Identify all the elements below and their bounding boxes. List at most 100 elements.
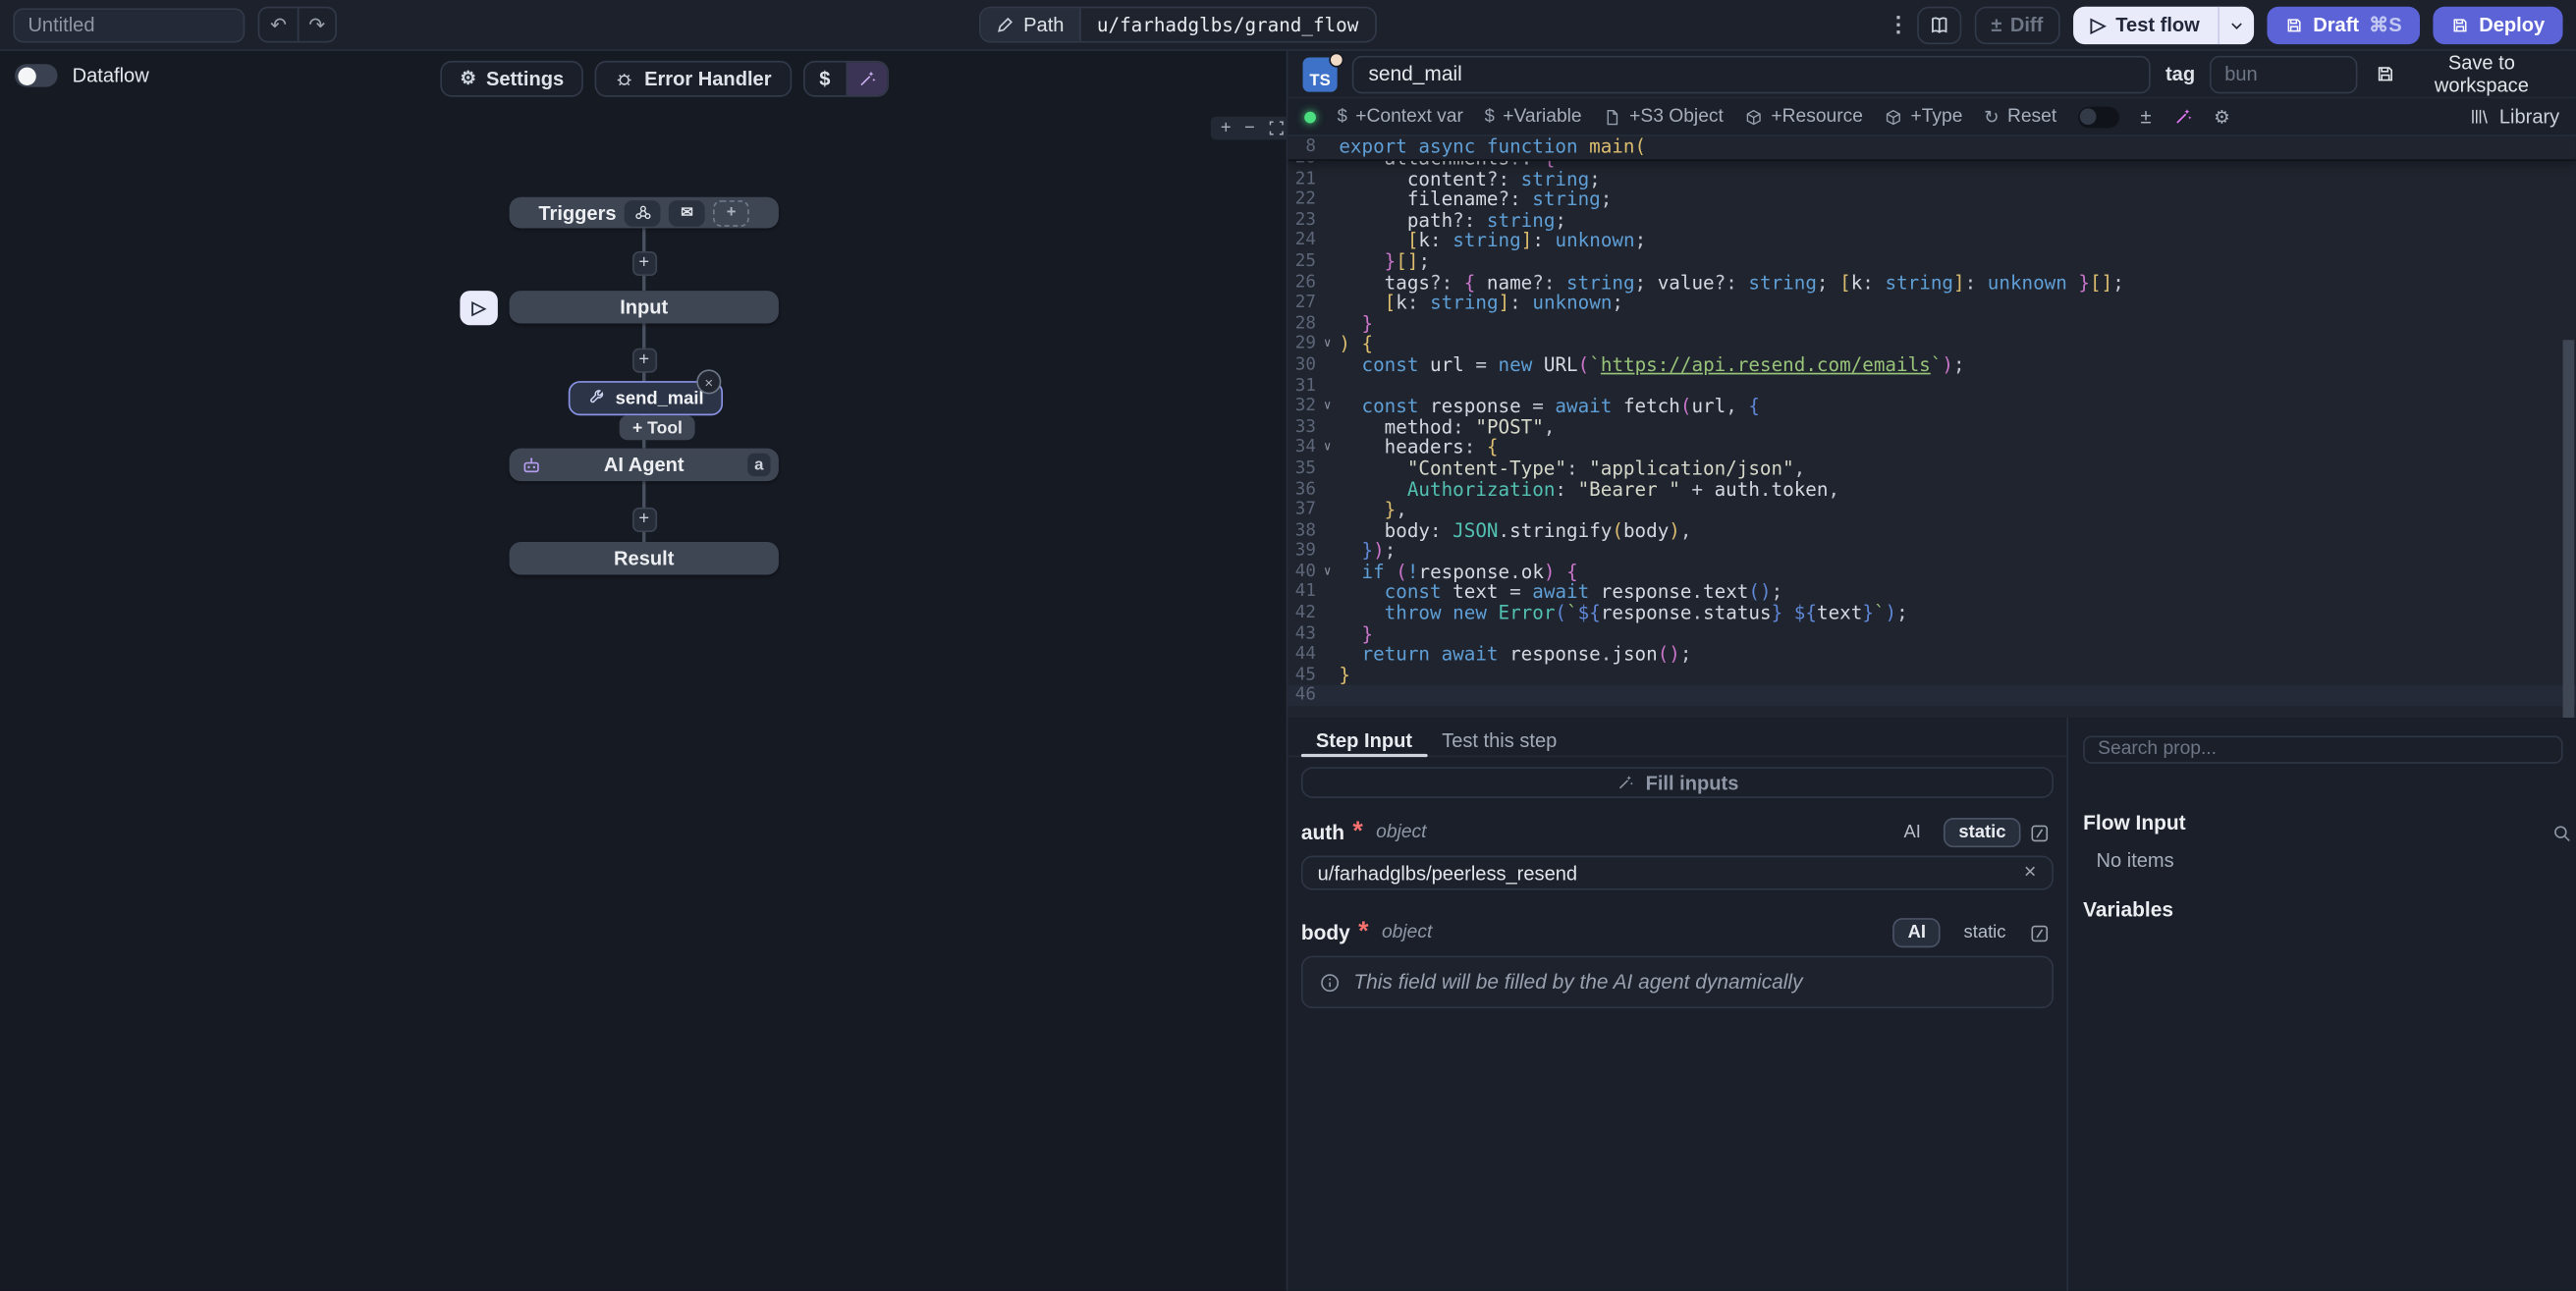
save-to-workspace-button[interactable]: Save to workspace <box>2373 51 2561 97</box>
ai-wand-icon[interactable] <box>2172 107 2192 127</box>
code-line-35[interactable]: 35 "Content-Type": "application/json", <box>1288 458 2575 479</box>
search-icon[interactable] <box>2551 823 2573 844</box>
draft-button[interactable]: Draft ⌘S <box>2267 6 2420 43</box>
code-line-23[interactable]: 23 path?: string; <box>1288 210 2575 231</box>
insert-step-button[interactable]: + <box>631 349 656 373</box>
code-line-24[interactable]: 24 [k: string]: unknown; <box>1288 231 2575 251</box>
add-tool-button[interactable]: + Tool <box>620 415 696 440</box>
gear-icon[interactable]: ⚙ <box>2214 106 2230 128</box>
ai-mode-button[interactable]: AI <box>1889 818 1936 847</box>
run-input-button[interactable]: ▷ <box>460 291 497 325</box>
wand-icon <box>1616 774 1633 791</box>
fold-chevron-icon[interactable]: ∨ <box>1316 437 1339 457</box>
redo-button[interactable]: ↷ <box>298 8 335 40</box>
flow-title-input[interactable] <box>13 8 245 42</box>
code-line-26[interactable]: 26 tags?: { name?: string; value?: strin… <box>1288 272 2575 293</box>
insert-step-button[interactable]: + <box>631 508 656 532</box>
code-line-45[interactable]: 45} <box>1288 665 2575 685</box>
tag-label: tag <box>2165 63 2195 85</box>
code-line-29[interactable]: 29∨) { <box>1288 334 2575 354</box>
dollar-button[interactable]: $ <box>804 63 846 95</box>
tag-input[interactable] <box>2210 55 2358 92</box>
toolbar--s3-object[interactable]: +S3 Object <box>1603 107 1723 127</box>
static-mode-button[interactable]: static <box>1944 818 2020 847</box>
code-line-32[interactable]: 32∨ const response = await fetch(url, { <box>1288 396 2575 416</box>
code-line-43[interactable]: 43 } <box>1288 623 2575 644</box>
toolbar--resource[interactable]: +Resource <box>1745 107 1863 127</box>
error-handler-button[interactable]: Error Handler <box>595 61 792 97</box>
remove-tool-button[interactable]: × <box>696 369 721 394</box>
zoom-in-button[interactable]: + <box>1221 119 1232 136</box>
code-line-33[interactable]: 33 method: "POST", <box>1288 416 2575 437</box>
code-line-41[interactable]: 41 const text = await response.text(); <box>1288 582 2575 603</box>
docs-button[interactable] <box>1917 6 1961 43</box>
diff-button[interactable]: ± Diff <box>1975 6 2059 43</box>
node-input[interactable]: Input <box>510 291 779 323</box>
expression-icon[interactable] <box>2029 821 2054 845</box>
code-line-36[interactable]: 36 Authorization: "Bearer " + auth.token… <box>1288 479 2575 500</box>
auth-value-input[interactable]: u/farhadglbs/peerless_resend ✕ <box>1301 856 2054 890</box>
tab-step-input[interactable]: Step Input <box>1301 718 1427 755</box>
node-ai-agent[interactable]: AI Agent <box>510 449 779 481</box>
line-number: 38 <box>1288 520 1315 541</box>
zoom-out-button[interactable]: − <box>1244 119 1255 136</box>
code-line-37[interactable]: 37 }, <box>1288 500 2575 520</box>
code-line-44[interactable]: 44 return await response.json(); <box>1288 644 2575 665</box>
path-chip[interactable]: Path u/farhadglbs/grand_flow <box>979 7 1377 43</box>
static-mode-button[interactable]: static <box>1948 918 2020 947</box>
code-line-22[interactable]: 22 filename?: string; <box>1288 189 2575 210</box>
fold-chevron-icon[interactable]: ∨ <box>1316 396 1339 416</box>
kebab-menu-icon[interactable]: ⋮ <box>1888 12 1904 38</box>
toolbar--type[interactable]: +Type <box>1885 107 1963 127</box>
code-line-46[interactable]: 46 <box>1288 685 2575 706</box>
node-triggers[interactable]: Triggers ✉ + <box>510 197 779 229</box>
library-button[interactable]: Library <box>2470 105 2559 128</box>
play-icon: ▷ <box>472 297 486 319</box>
deploy-button[interactable]: Deploy <box>2433 6 2562 43</box>
sticky-line-8[interactable]: 8export async function main( <box>1288 136 1646 157</box>
clear-icon[interactable]: ✕ <box>2023 864 2037 882</box>
test-flow-button[interactable]: ▷ Test flow <box>2072 6 2218 43</box>
line-number: 34 <box>1288 437 1315 457</box>
node-result[interactable]: Result <box>510 542 779 574</box>
editor-toggle[interactable] <box>2078 106 2119 128</box>
tab-test-this-step[interactable]: Test this step <box>1427 718 1571 755</box>
fold-chevron-icon[interactable]: ∨ <box>1316 159 1339 168</box>
email-trigger-icon[interactable]: ✉ <box>669 199 705 226</box>
editor-scrollbar[interactable] <box>2563 340 2575 718</box>
code-line-21[interactable]: 21 content?: string; <box>1288 169 2575 189</box>
toolbar-reset[interactable]: ↻Reset <box>1984 106 2056 128</box>
step-name-input[interactable] <box>1352 55 2151 92</box>
code-editor[interactable]: 8export async function main( 20∨ attachm… <box>1288 136 2575 718</box>
toolbar--variable[interactable]: $+Variable <box>1485 107 1582 127</box>
expression-icon[interactable] <box>2029 921 2054 945</box>
code-line-39[interactable]: 39 }); <box>1288 541 2575 562</box>
code-text: content?: string; <box>1339 169 1600 189</box>
test-flow-dropdown-button[interactable] <box>2218 6 2254 43</box>
code-line-38[interactable]: 38 body: JSON.stringify(body), <box>1288 520 2575 541</box>
add-trigger-button[interactable]: + <box>713 199 749 226</box>
code-line-28[interactable]: 28 } <box>1288 313 2575 334</box>
ai-wand-button[interactable] <box>846 63 887 95</box>
webhook-icon[interactable] <box>625 199 661 226</box>
code-line-27[interactable]: 27 [k: string]: unknown; <box>1288 293 2575 313</box>
insert-step-button[interactable]: + <box>631 251 656 276</box>
expand-icon[interactable] <box>1268 120 1285 136</box>
code-line-42[interactable]: 42 throw new Error(`${response.status} $… <box>1288 603 2575 623</box>
ai-mode-button[interactable]: AI <box>1893 918 1942 947</box>
prop-search-input[interactable] <box>2083 735 2562 763</box>
code-line-34[interactable]: 34∨ headers: { <box>1288 437 2575 457</box>
code-line-25[interactable]: 25 }[]; <box>1288 251 2575 272</box>
plus-minus-icon[interactable]: ± <box>2141 105 2152 128</box>
code-line-40[interactable]: 40∨ if (!response.ok) { <box>1288 562 2575 582</box>
line-number: 46 <box>1288 685 1315 706</box>
settings-button[interactable]: ⚙ Settings <box>440 61 583 97</box>
fold-chevron-icon[interactable]: ∨ <box>1316 562 1339 582</box>
undo-button[interactable]: ↶ <box>259 8 297 40</box>
fold-chevron-icon[interactable]: ∨ <box>1316 334 1339 354</box>
code-line-31[interactable]: 31 <box>1288 375 2575 396</box>
dataflow-toggle[interactable] <box>15 64 57 86</box>
toolbar--context-var[interactable]: $+Context var <box>1338 107 1463 127</box>
fill-inputs-button[interactable]: Fill inputs <box>1301 767 2054 798</box>
code-line-30[interactable]: 30 const url = new URL(`https://api.rese… <box>1288 354 2575 375</box>
